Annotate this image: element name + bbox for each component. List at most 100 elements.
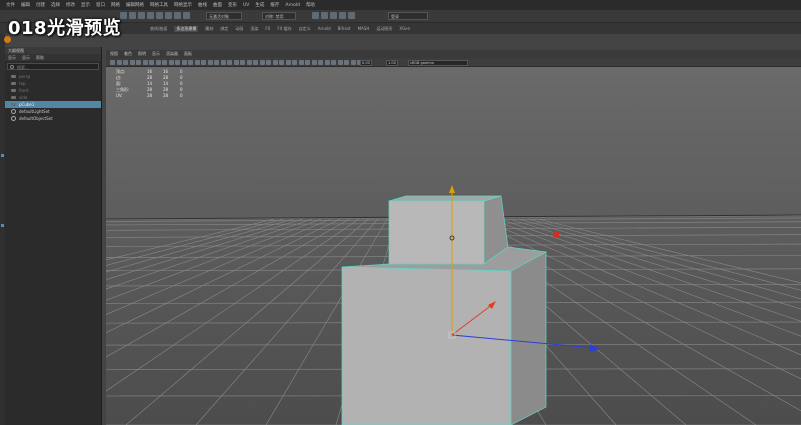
viewport-tool-icon[interactable] (155, 60, 161, 65)
viewport-tool-icon[interactable] (233, 60, 239, 65)
menu-item[interactable]: 编辑网格 (126, 2, 144, 8)
shelf-tab[interactable]: 运动图形 (376, 26, 392, 32)
symmetry-combo[interactable]: 对称: 禁用 (262, 12, 296, 20)
viewport-menu-item[interactable]: 面板 (184, 50, 192, 58)
viewport-tool-icon[interactable] (253, 60, 258, 65)
snap-point-icon[interactable] (165, 12, 172, 19)
hypershade-icon[interactable] (339, 12, 346, 19)
viewport-tool-icon[interactable] (272, 60, 278, 65)
viewport-tool-icon[interactable] (298, 60, 304, 65)
snap-view-icon[interactable] (174, 12, 181, 19)
viewport-tool-icon[interactable] (129, 60, 135, 65)
shelf-tab[interactable]: Bifrost (338, 26, 351, 31)
login-field[interactable]: 登录 (388, 12, 428, 20)
object-combo[interactable]: 无激活对象 (206, 12, 242, 20)
outliner-item[interactable]: top (5, 80, 101, 87)
outliner-search-input[interactable]: 搜索... (7, 63, 99, 70)
menu-item[interactable]: Arnold (285, 3, 300, 8)
exposure-field[interactable]: 0.00 (360, 59, 372, 66)
perspective-viewport[interactable]: 顶点: 16 16 0 边: 28 28 0 面: 14 14 0 三角形: 28 28 0 UV: 28 28 0 (106, 67, 801, 425)
shelf-tab[interactable]: 自定义 (299, 26, 311, 32)
outliner-menu-item[interactable]: 帮助 (36, 54, 44, 61)
viewport-tool-icon[interactable] (110, 60, 115, 65)
ipr-render-icon[interactable] (321, 12, 328, 19)
viewport-tool-icon[interactable] (227, 60, 232, 65)
menu-item[interactable]: 变形 (228, 2, 237, 8)
viewport-tool-icon[interactable] (214, 60, 219, 65)
viewport-tool-icon[interactable] (188, 60, 193, 65)
viewport-tool-icon[interactable] (207, 60, 213, 65)
menu-item[interactable]: 曲线 (198, 2, 207, 8)
viewport-menu-item[interactable]: 视图 (110, 50, 118, 58)
y-axis-arrow-icon[interactable] (449, 185, 455, 193)
outliner-item[interactable]: front (5, 87, 101, 94)
menu-item[interactable]: 窗口 (96, 2, 105, 8)
viewport-tool-icon[interactable] (162, 60, 167, 65)
viewport-tool-icon[interactable] (142, 60, 148, 65)
viewport-menu-item[interactable]: 着色 (124, 50, 132, 58)
shelf-tab[interactable]: XGen (399, 26, 410, 31)
shelf-tab[interactable]: 渲染 (250, 26, 258, 32)
lower-box-mesh[interactable] (341, 246, 548, 425)
viewport-tool-icon[interactable] (220, 60, 226, 65)
viewport-tool-icon[interactable] (240, 60, 245, 65)
shelf-tab[interactable]: MASH (358, 26, 370, 31)
lasso-tool-icon[interactable] (129, 12, 136, 19)
shelf-tab[interactable]: 雕刻 (205, 26, 213, 32)
outliner-item[interactable]: persp (5, 73, 101, 80)
menu-item[interactable]: 网格显示 (174, 2, 192, 8)
viewport-tool-icon[interactable] (292, 60, 297, 65)
menu-item[interactable]: 创建 (36, 2, 45, 8)
outliner-item[interactable]: defaultLightSet (5, 108, 101, 115)
shelf-tab[interactable]: 多边形建模 (174, 25, 199, 32)
viewport-tool-icon[interactable] (305, 60, 310, 65)
menu-item[interactable]: 编辑 (21, 2, 30, 8)
menu-item[interactable]: 生成 (255, 2, 264, 8)
viewport-tool-icon[interactable] (123, 60, 128, 65)
menu-item[interactable]: 修改 (66, 2, 75, 8)
outliner-item[interactable]: defaultObjectSet (5, 115, 101, 122)
outliner-menu-item[interactable]: 显示 (8, 54, 16, 61)
viewport-tool-icon[interactable] (311, 60, 317, 65)
shelf-tab[interactable]: 动画 (235, 26, 243, 32)
viewport-tool-icon[interactable] (337, 60, 343, 65)
viewport-tool-icon[interactable] (344, 60, 349, 65)
outliner-item[interactable]: pCube1 (5, 101, 101, 108)
viewport-tool-icon[interactable] (266, 60, 271, 65)
history-icon[interactable] (183, 12, 190, 19)
viewport-menu-item[interactable]: 渲染器 (166, 50, 178, 58)
outliner-menu-item[interactable]: 显示 (22, 54, 30, 61)
shelf-tab[interactable]: FX (265, 26, 270, 31)
viewport-tool-icon[interactable] (259, 60, 265, 65)
render-view-icon[interactable] (348, 12, 355, 19)
outliner-item[interactable]: side (5, 94, 101, 101)
menu-item[interactable]: UV (243, 3, 249, 8)
shelf-tab[interactable]: 绑定 (220, 26, 228, 32)
viewport-tool-icon[interactable] (324, 60, 330, 65)
viewport-tool-icon[interactable] (279, 60, 284, 65)
viewport-tool-icon[interactable] (136, 60, 141, 65)
menu-item[interactable]: 网格 (111, 2, 120, 8)
viewport-tool-icon[interactable] (201, 60, 206, 65)
viewport-tool-icon[interactable] (175, 60, 180, 65)
menu-item[interactable]: 选择 (51, 2, 60, 8)
menu-item[interactable]: 缓存 (270, 2, 279, 8)
shelf-tab[interactable]: Arnold (318, 26, 331, 31)
gamma-field[interactable]: 1.00 (386, 59, 398, 66)
viewport-tool-icon[interactable] (168, 60, 174, 65)
shelf-tab[interactable]: 曲线/曲面 (150, 26, 167, 32)
paint-select-icon[interactable] (138, 12, 145, 19)
menu-item[interactable]: 文件 (6, 2, 15, 8)
viewport-tool-icon[interactable] (181, 60, 187, 65)
render-frame-icon[interactable] (312, 12, 319, 19)
color-space-dropdown[interactable]: sRGB gamma (408, 59, 468, 66)
render-settings-icon[interactable] (330, 12, 337, 19)
viewport-tool-icon[interactable] (318, 60, 323, 65)
menu-item[interactable]: 显示 (81, 2, 90, 8)
menu-item[interactable]: 曲面 (213, 2, 222, 8)
menu-item[interactable]: 帮助 (306, 2, 315, 8)
viewport-menu-item[interactable]: 照明 (138, 50, 146, 58)
viewport-tool-icon[interactable] (350, 60, 356, 65)
viewport-tool-icon[interactable] (149, 60, 154, 65)
viewport-tool-icon[interactable] (285, 60, 291, 65)
